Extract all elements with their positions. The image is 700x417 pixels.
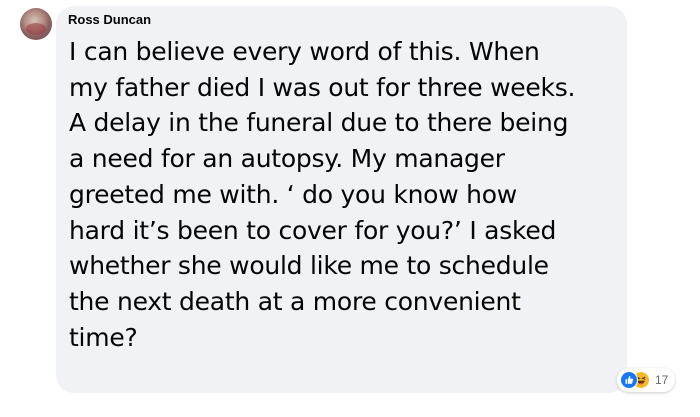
reaction-count: 17 <box>655 373 669 387</box>
comment-line: hard it’s been to cover for you?’ I aske… <box>69 215 557 245</box>
comment-line: a need for an autopsy. My manager <box>69 144 505 174</box>
comment-line: A delay in the funeral due to there bein… <box>69 108 569 138</box>
comment-line: time? <box>69 322 138 352</box>
comment-line: the next death at a more convenient <box>69 286 521 316</box>
comment-bubble: Ross Duncan I can believe every word of … <box>56 6 627 393</box>
comment-line: whether she would like me to schedule <box>69 251 549 281</box>
comment-thread: Ross Duncan I can believe every word of … <box>0 0 700 417</box>
comment-line: greeted me with. ‘ do you know how <box>69 179 517 209</box>
reactions-summary[interactable]: 17 <box>617 368 675 392</box>
avatar[interactable] <box>20 8 52 40</box>
comment-author[interactable]: Ross Duncan <box>68 12 151 27</box>
comment-line: I can believe every word of this. When <box>69 37 540 66</box>
comment-line: my father died I was out for three weeks… <box>69 72 576 102</box>
comment-text: I can believe every word of this. When m… <box>69 34 621 355</box>
like-icon <box>620 371 638 389</box>
